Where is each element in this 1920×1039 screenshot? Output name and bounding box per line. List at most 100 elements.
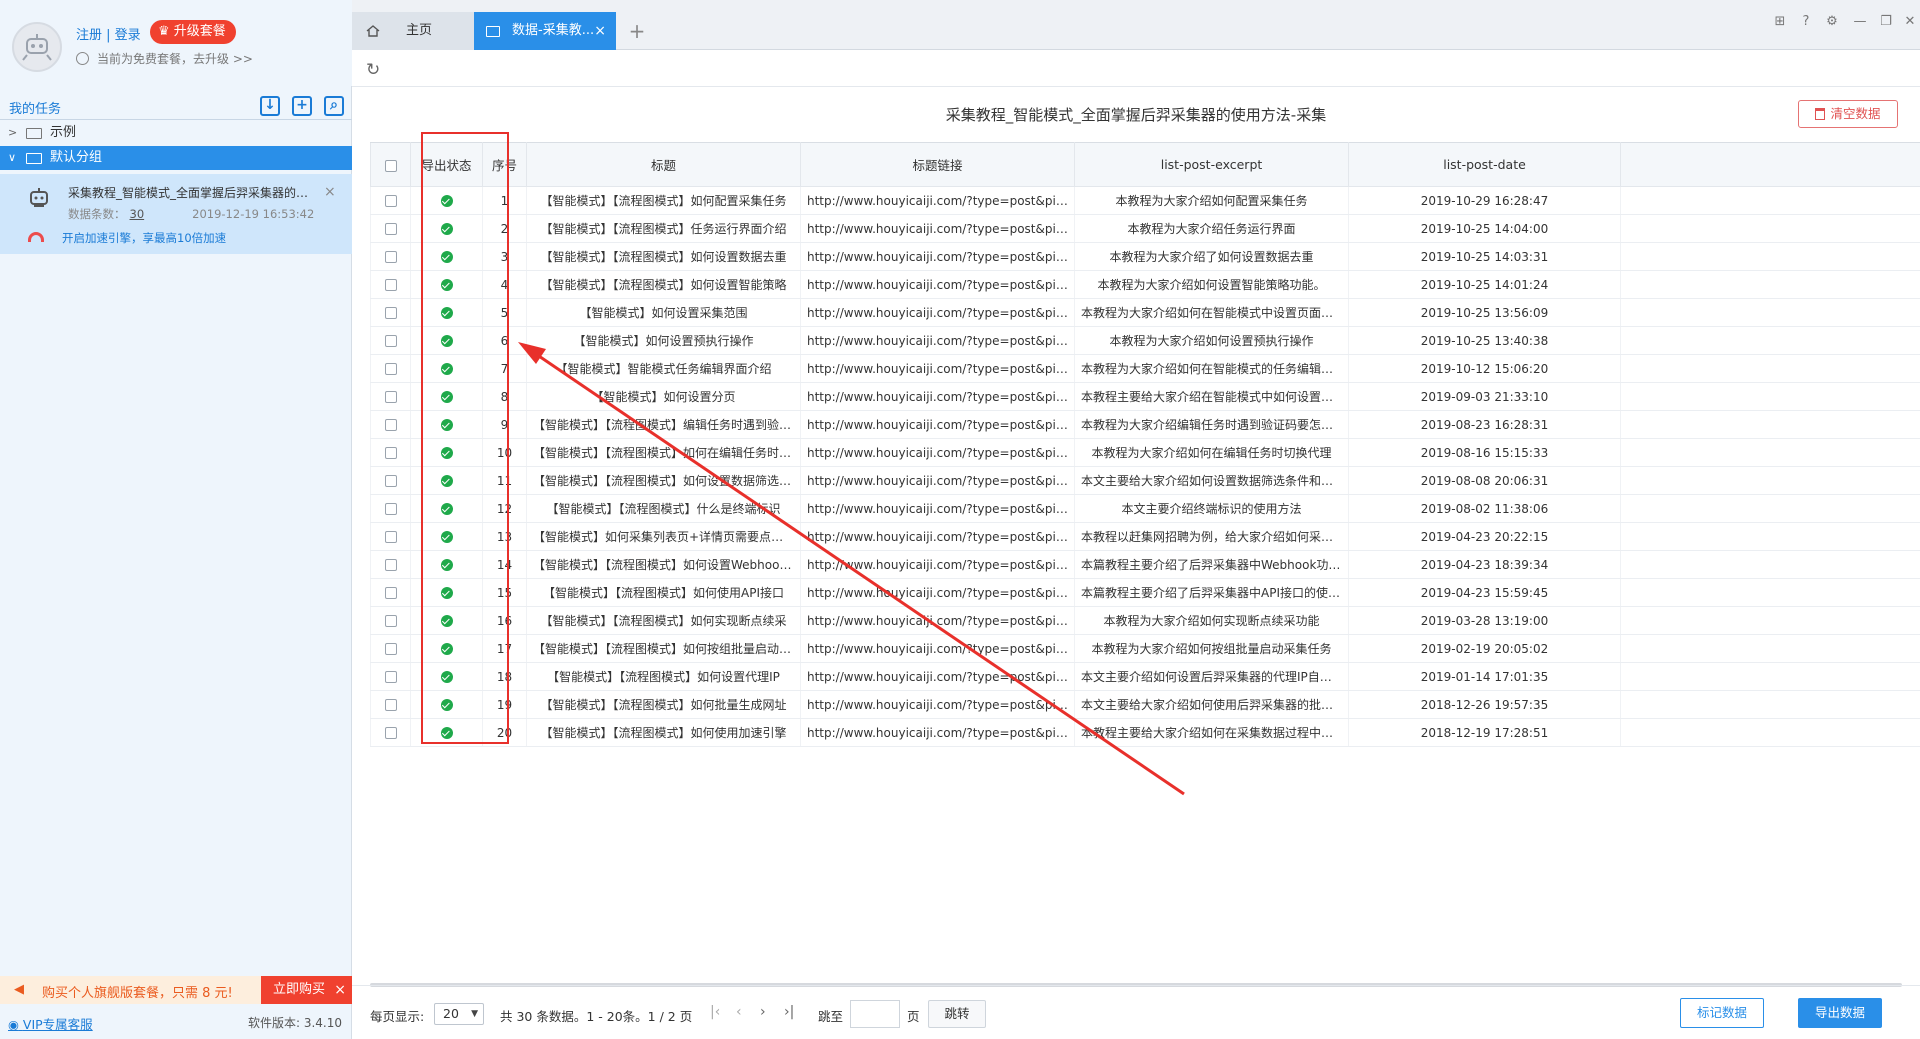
- row-title: 【智能模式】【流程图模式】编辑任务时遇到验证码怎么处理: [526, 410, 801, 439]
- new-task-icon[interactable]: +: [292, 96, 312, 116]
- row-checkbox[interactable]: [384, 447, 397, 459]
- table-row[interactable]: 19 【智能模式】【流程图模式】如何批量生成网址 http://www.houyic…: [370, 690, 1920, 719]
- last-page-icon[interactable]: ›|: [784, 1004, 794, 1020]
- table-row[interactable]: 8 【智能模式】如何设置分页 http://www.houyicaiji.com/?…: [370, 382, 1920, 411]
- table-row[interactable]: 1 【智能模式】【流程图模式】如何配置采集任务 http://www.houyica…: [370, 186, 1920, 215]
- tree-group-example[interactable]: > 示例: [0, 121, 352, 145]
- mark-data-button[interactable]: 标记数据: [1680, 998, 1764, 1028]
- table-row[interactable]: 15 【智能模式】【流程图模式】如何使用API接口 http://www.houyi…: [370, 578, 1920, 607]
- select-all-checkbox[interactable]: [384, 159, 397, 172]
- row-date: 2019-08-08 20:06:31: [1348, 466, 1621, 495]
- row-checkbox[interactable]: [384, 279, 397, 291]
- row-checkbox[interactable]: [384, 251, 397, 263]
- table-row[interactable]: 18 【智能模式】【流程图模式】如何设置代理IP http://www.houyic…: [370, 662, 1920, 691]
- table-row[interactable]: 14 【智能模式】【流程图模式】如何设置Webhook功能 http://www.h…: [370, 550, 1920, 579]
- refresh-icon[interactable]: ↻: [366, 60, 380, 80]
- minimize-icon[interactable]: —: [1852, 14, 1868, 30]
- table-row[interactable]: 7 【智能模式】智能模式任务编辑界面介绍 http://www.houyicaiji…: [370, 354, 1920, 383]
- row-checkbox[interactable]: [384, 727, 397, 739]
- column-header[interactable]: list-post-date: [1348, 142, 1621, 187]
- chevron-down-icon[interactable]: ∨: [8, 146, 16, 170]
- table-row[interactable]: 20 【智能模式】【流程图模式】如何使用加速引擎 http://www.houyic…: [370, 718, 1920, 747]
- table-row[interactable]: 12 【智能模式】【流程图模式】什么是终端标识 http://www.houyica…: [370, 494, 1920, 523]
- table-row[interactable]: 6 【智能模式】如何设置预执行操作 http://www.houyicaiji.co…: [370, 326, 1920, 355]
- import-task-icon[interactable]: ↓: [260, 96, 280, 116]
- export-data-button[interactable]: 导出数据: [1798, 998, 1882, 1028]
- free-plan-notice[interactable]: 当前为免费套餐，去升级 >>: [76, 50, 253, 67]
- row-checkbox[interactable]: [384, 223, 397, 235]
- task-title[interactable]: 采集教程_智能模式_全面掌握后羿采集器的使用方法-采集: [68, 184, 318, 201]
- row-checkbox[interactable]: [384, 671, 397, 683]
- row-checkbox[interactable]: [384, 307, 397, 319]
- version-label: 软件版本: 3.4.10: [247, 1016, 342, 1030]
- export-status-cell: [410, 382, 483, 411]
- row-checkbox[interactable]: [384, 559, 397, 571]
- register-login-link[interactable]: 注册 | 登录: [76, 24, 141, 43]
- column-header[interactable]: 导出状态: [410, 142, 483, 187]
- gift-icon[interactable]: ⊞: [1772, 14, 1788, 30]
- restore-icon[interactable]: ❐: [1878, 14, 1894, 30]
- gear-icon[interactable]: ⚙: [1824, 14, 1840, 30]
- table-row[interactable]: 5 【智能模式】如何设置采集范围 http://www.houyicaiji.com…: [370, 298, 1920, 327]
- table-row[interactable]: 2 【智能模式】【流程图模式】任务运行界面介绍 http://www.houyica…: [370, 214, 1920, 243]
- jump-button[interactable]: 跳转: [928, 1000, 986, 1028]
- help-icon[interactable]: ?: [1798, 14, 1814, 30]
- table-row[interactable]: 9【智能模式】【流程图模式】编辑任务时遇到验证码怎么处理http://www.h…: [370, 410, 1920, 439]
- row-checkbox[interactable]: [384, 391, 397, 403]
- row-checkbox[interactable]: [384, 195, 397, 207]
- clear-data-button[interactable]: 清空数据: [1798, 100, 1898, 128]
- export-status-cell: [410, 298, 483, 327]
- column-header[interactable]: list-post-excerpt: [1074, 142, 1349, 187]
- row-checkbox[interactable]: [384, 615, 397, 627]
- new-tab-button[interactable]: +: [622, 12, 652, 50]
- avatar[interactable]: [12, 22, 62, 72]
- data-table-wrapper: 导出状态 序号 标题 标题链接 list-post-excerpt list-p…: [370, 142, 1920, 747]
- search-task-icon[interactable]: ⌕: [324, 96, 344, 116]
- close-icon[interactable]: ×: [324, 184, 336, 200]
- row-checkbox[interactable]: [384, 531, 397, 543]
- table-row[interactable]: 17 【智能模式】【流程图模式】如何按组批量启动采集任务 http://www.ho…: [370, 634, 1920, 663]
- close-icon[interactable]: ×: [334, 976, 346, 1004]
- task-item[interactable]: 采集教程_智能模式_全面掌握后羿采集器的使用方法-采集 × 数据条数： 30 201…: [0, 174, 352, 254]
- table-row[interactable]: 10 【智能模式】【流程图模式】如何在编辑任务时切换代理 http://www.ho…: [370, 438, 1920, 467]
- task-count[interactable]: 30: [130, 207, 145, 221]
- tab-data[interactable]: 数据-采集教... ×: [474, 12, 616, 50]
- export-status-cell: [410, 494, 483, 523]
- row-checkbox[interactable]: [384, 335, 397, 347]
- table-row[interactable]: 13【智能模式】如何采集列表页+详情页需要点击操作的网页?http://www.…: [370, 522, 1920, 551]
- table-row[interactable]: 4 【智能模式】【流程图模式】如何设置智能策略 http://www.houyica…: [370, 270, 1920, 299]
- chevron-right-icon[interactable]: >: [8, 121, 17, 145]
- row-checkbox[interactable]: [384, 503, 397, 515]
- tab-home[interactable]: 主页: [352, 12, 474, 50]
- row-date: 2019-10-25 13:56:09: [1348, 298, 1621, 327]
- prev-page-icon[interactable]: ‹: [736, 1004, 742, 1020]
- vip-service-link[interactable]: ◉ VIP专属客服: [8, 1014, 93, 1033]
- buy-now-button[interactable]: 立即购买 ×: [261, 976, 352, 1004]
- jump-page-input[interactable]: [850, 1000, 900, 1028]
- row-checkbox[interactable]: [384, 587, 397, 599]
- row-date: 2019-04-23 15:59:45: [1348, 578, 1621, 607]
- tree-group-default[interactable]: ∨ 默认分组: [0, 146, 352, 170]
- row-checkbox[interactable]: [384, 363, 397, 375]
- column-header[interactable]: 标题: [526, 142, 801, 187]
- next-page-icon[interactable]: ›: [760, 1004, 766, 1020]
- close-icon[interactable]: ×: [594, 12, 606, 50]
- table-row[interactable]: 16 【智能模式】【流程图模式】如何实现断点续采 http://www.houyic…: [370, 606, 1920, 635]
- column-header[interactable]: 标题链接: [800, 142, 1075, 187]
- row-link: http://www.houyicaiji.com/?type=post&pid…: [800, 438, 1075, 467]
- column-header[interactable]: 序号: [482, 142, 527, 187]
- task-count-label: 数据条数：: [68, 207, 126, 221]
- row-link: http://www.houyicaiji.com/?type=post&pid…: [800, 186, 1075, 215]
- row-checkbox[interactable]: [384, 699, 397, 711]
- close-window-icon[interactable]: ✕: [1902, 14, 1918, 30]
- upgrade-plan-button[interactable]: ♛ 升级套餐: [150, 20, 236, 44]
- table-row[interactable]: 11 【智能模式】【流程图模式】如何设置数据筛选条件 http://www.houy…: [370, 466, 1920, 495]
- row-checkbox[interactable]: [384, 419, 397, 431]
- table-row[interactable]: 3 【智能模式】【流程图模式】如何设置数据去重 http://www.houyica…: [370, 242, 1920, 271]
- row-checkbox[interactable]: [384, 475, 397, 487]
- page-size-select[interactable]: 20 ▼: [434, 1003, 484, 1025]
- row-date: 2019-04-23 20:22:15: [1348, 522, 1621, 551]
- speed-engine-link[interactable]: 开启加速引擎，享最高10倍加速: [28, 230, 226, 246]
- first-page-icon[interactable]: |‹: [710, 1004, 720, 1020]
- row-checkbox[interactable]: [384, 643, 397, 655]
